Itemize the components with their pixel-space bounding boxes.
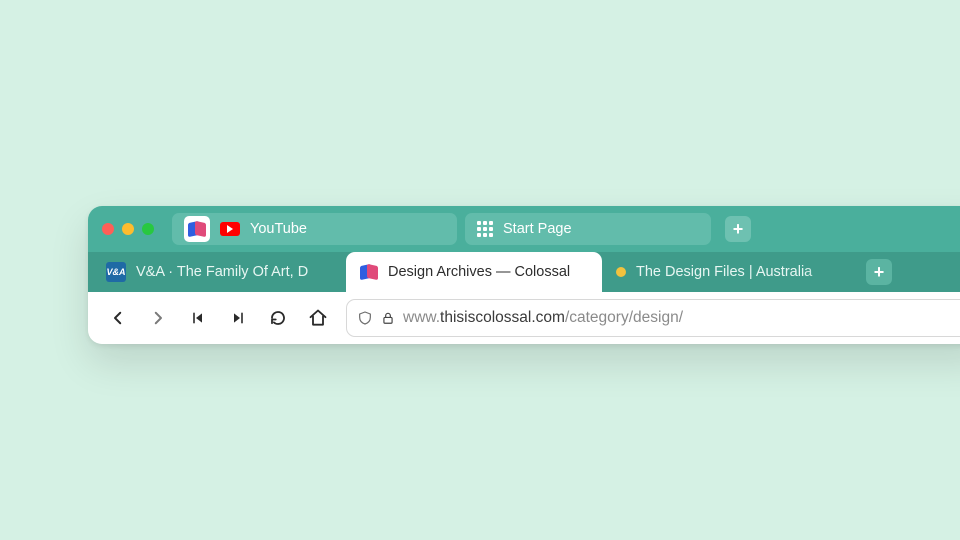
minimize-window[interactable] [122,223,134,235]
tab-va[interactable]: V&A V&A · The Family Of Art, D [88,252,346,292]
tab-designfiles[interactable]: The Design Files | Australia [602,252,860,292]
grid-icon [477,221,493,237]
zoom-window[interactable] [142,223,154,235]
tab-title: V&A · The Family Of Art, D [136,264,332,280]
chevron-right-icon [149,309,167,327]
tab-colossal-active[interactable]: Design Archives — Colossal [346,252,602,292]
skip-forward-icon [230,310,246,326]
rewind-button[interactable] [180,300,216,336]
close-window[interactable] [102,223,114,235]
window-controls [102,223,154,235]
shield-icon [357,309,373,327]
address-bar[interactable]: www.thisiscolossal.com/category/design/ [346,299,960,337]
va-icon: V&A [106,262,126,282]
back-button[interactable] [100,300,136,336]
youtube-icon [220,222,240,236]
chevron-left-icon [109,309,127,327]
tab-title: Design Archives — Colossal [388,264,588,280]
workspace-startpage[interactable]: Start Page [465,213,711,245]
plus-icon: + [874,263,885,281]
workspace-label: Start Page [503,221,572,237]
tab-title: The Design Files | Australia [636,264,846,280]
colossal-icon [360,263,378,281]
new-tab-button[interactable]: + [866,259,892,285]
browser-window: YouTube Start Page + V&A V&A · The Famil… [88,206,960,344]
skip-back-icon [190,310,206,326]
colossal-icon [184,216,210,242]
fastforward-button[interactable] [220,300,256,336]
reload-button[interactable] [260,300,296,336]
plus-icon: + [733,220,744,238]
tab-strip: V&A V&A · The Family Of Art, D Design Ar… [88,252,960,292]
workspace-label: YouTube [250,221,307,237]
dot-icon [616,267,626,277]
home-icon [308,308,328,328]
url-text: www.thisiscolossal.com/category/design/ [403,309,683,327]
forward-button[interactable] [140,300,176,336]
workspace-youtube[interactable]: YouTube [172,213,457,245]
navigation-bar: www.thisiscolossal.com/category/design/ [88,292,960,344]
lock-icon [381,310,395,326]
workspace-bar: YouTube Start Page + [88,206,960,252]
new-workspace-button[interactable]: + [725,216,751,242]
home-button[interactable] [300,300,336,336]
reload-icon [269,309,287,327]
